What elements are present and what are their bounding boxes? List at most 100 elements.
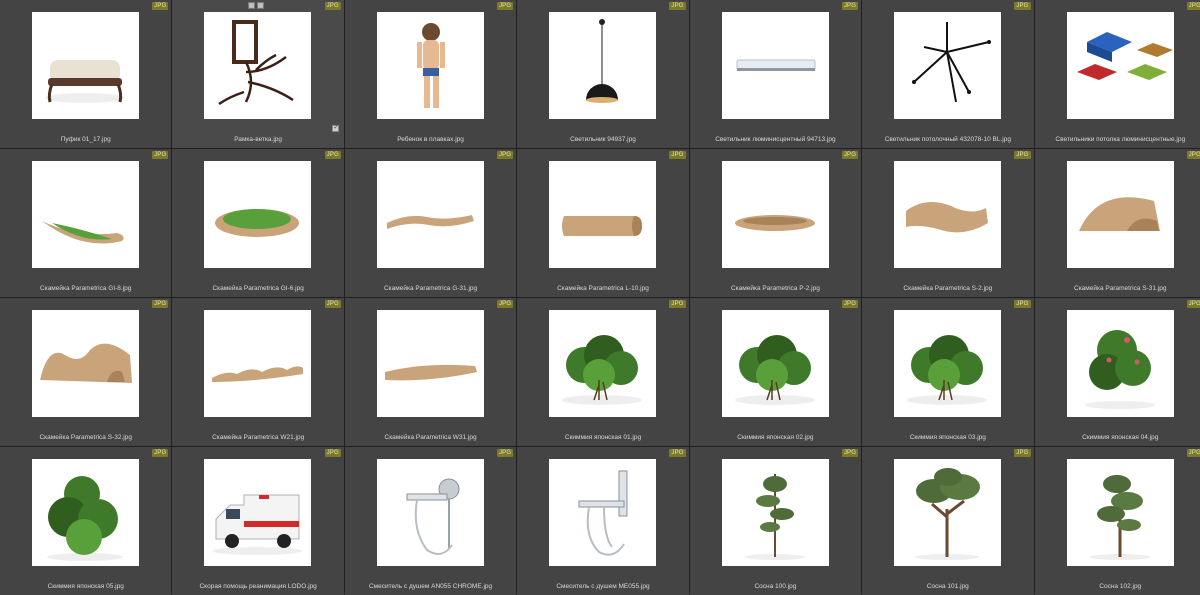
file-name: Скамейка Parametrica S-2.jpg — [903, 285, 993, 292]
file-name: Светильник потолочный 432078-10 BL.jpg — [884, 136, 1011, 143]
file-type-badge: JPG — [152, 2, 169, 10]
shrub-icon — [562, 335, 643, 405]
pendant-lamp-icon — [586, 19, 619, 103]
shower-mixer-2-icon — [578, 470, 628, 556]
bench-shell-icon — [1078, 197, 1160, 231]
shrub-icon — [907, 335, 988, 405]
thumbnail-image[interactable] — [32, 161, 139, 268]
thumbnail-item[interactable]: JPG Сосна 101.jpg — [862, 447, 1034, 595]
thumbnail-item[interactable]: JPG Скиммия японская 02.jpg — [689, 298, 862, 446]
thumbnail-item[interactable]: JPG Светильники потолка люминисцентные.jp… — [1034, 0, 1200, 148]
thumbnail-image[interactable] — [721, 310, 829, 417]
thumbnail-item[interactable]: JPG Скамейка Parametrica L-10.jpg — [517, 149, 689, 297]
file-name: Скамейка Parametrica L-10.jpg — [557, 285, 649, 292]
file-name: Сосна 102.jpg — [1099, 583, 1142, 590]
thumbnail-item[interactable]: JPG Скамейка Parametrica P-2.jpg — [689, 149, 862, 297]
thumbnail-image[interactable] — [894, 459, 1002, 566]
ceiling-panels-icon — [1076, 32, 1173, 80]
thumbnail-image[interactable] — [549, 310, 657, 417]
file-name: Смеситель с душем ME055.jpg — [556, 583, 650, 590]
bench-long-flat-icon — [384, 364, 477, 381]
thumbnail-image[interactable] — [721, 459, 829, 566]
thumbnail-image[interactable] — [549, 12, 657, 119]
thumbnail-item[interactable]: JPG Смеситель с душем AN055 CHROME.jpg — [344, 447, 517, 595]
thumbnail-item[interactable]: JPG Сосна 100.jpg — [689, 447, 862, 595]
thumbnail-image[interactable] — [549, 161, 657, 268]
thumbnail-image[interactable] — [32, 12, 139, 119]
file-name: Скамейка Parametrica P-2.jpg — [730, 285, 820, 292]
file-name: Скамейка Parametrica GI-6.jpg — [212, 285, 304, 292]
thumbnail-item[interactable]: JPG Скамейка Parametrica W31.jpg — [344, 298, 517, 446]
file-type-badge: JPG — [669, 151, 686, 159]
file-type-badge: JPG — [669, 449, 686, 457]
thumbnail-item[interactable]: JPG Скамейка Parametrica W21.jpg — [172, 298, 344, 446]
file-name: Скиммия японская 03.jpg — [909, 434, 986, 441]
ottoman-icon — [45, 60, 125, 103]
thumbnail-item[interactable]: JPG Скиммия японская 05.jpg — [0, 447, 172, 595]
thumbnail-item[interactable]: JPG Светильник потолочный 432078-10 BL.jp… — [862, 0, 1034, 148]
thumbnail-item[interactable]: JPG Скамейка Parametrica GI-8.jpg — [0, 149, 172, 297]
file-type-badge: JPG — [1186, 300, 1200, 308]
thumbnail-image[interactable] — [1066, 459, 1174, 566]
file-name: Скиммия японская 04.jpg — [1082, 434, 1159, 441]
thumbnail-image[interactable] — [376, 459, 484, 566]
thumbnail-image[interactable] — [204, 310, 312, 417]
file-name: Ребенок в плавках.jpg — [397, 136, 464, 143]
thumbnail-item[interactable]: JPG Скамейка Parametrica S-31.jpg — [1034, 149, 1200, 297]
thumbnail-image[interactable] — [204, 161, 312, 268]
thumbnail-image[interactable] — [894, 310, 1002, 417]
file-name: Скиммия японская 01.jpg — [564, 434, 642, 441]
thumbnail-image[interactable] — [204, 12, 312, 119]
rotate-icon[interactable] — [257, 2, 265, 9]
thumbnail-image[interactable] — [721, 12, 829, 119]
thumbnail-image[interactable] — [1066, 310, 1174, 417]
branch-frame-icon — [218, 20, 295, 106]
shrub-tall-icon — [47, 476, 123, 561]
thumbnail-item[interactable]: JPG Сосна 102.jpg — [1034, 447, 1200, 595]
bench-wave-icon — [906, 202, 989, 233]
thumbnail-image[interactable] — [32, 459, 139, 566]
thumbnail-item[interactable]: JPG Смеситель с душем ME055.jpg — [517, 447, 689, 595]
file-type-badge: JPG — [496, 300, 514, 308]
thumbnail-item[interactable]: JPG Светильник люминисцентный 94713.jpg — [689, 0, 862, 148]
thumbnail-item[interactable]: JPG Скамейка Parametrica G-31.jpg — [344, 149, 517, 297]
tube-lamp-icon — [736, 59, 816, 71]
square-icon[interactable] — [248, 2, 256, 9]
thumbnail-item[interactable]: JPG Скамейка Parametrica S-2.jpg — [862, 149, 1034, 297]
thumbnail-image[interactable] — [32, 310, 139, 417]
thumbnail-item[interactable]: JPG Ребенок в плавках.jpg — [344, 0, 517, 148]
thumbnail-image[interactable] — [204, 459, 312, 566]
file-type-badge: JPG — [324, 449, 341, 457]
thumbnail-image[interactable] — [549, 459, 657, 566]
file-name: Скамейка Parametrica W31.jpg — [384, 434, 477, 441]
thumbnail-image[interactable] — [376, 161, 484, 268]
file-type-badge: JPG — [841, 449, 859, 457]
thumbnail-item[interactable]: JPG Скиммия японская 04.jpg — [1034, 298, 1200, 446]
file-type-badge: JPG — [1014, 300, 1031, 308]
shrub-flower-icon — [1084, 330, 1155, 409]
thumbnail-image[interactable] — [1066, 12, 1174, 119]
thumbnail-image[interactable] — [1066, 161, 1174, 268]
thumbnail-image[interactable] — [894, 161, 1002, 268]
thumbnail-image[interactable] — [376, 310, 484, 417]
thumbnail-item[interactable]: JPG Светильник 94937.jpg — [517, 0, 689, 148]
thumbnail-image[interactable] — [376, 12, 484, 119]
item-hover-toolbar — [248, 2, 265, 9]
thumbnail-image[interactable] — [721, 161, 829, 268]
thumbnail-item[interactable]: JPG Пуфик 01_17.jpg — [0, 0, 172, 148]
ambulance-icon — [212, 494, 303, 555]
file-type-badge: JPG — [841, 151, 859, 159]
file-type-badge: JPG — [496, 449, 514, 457]
file-name: Скамейка Parametrica S-32.jpg — [39, 434, 132, 441]
thumbnail-item[interactable]: JPG Скиммия японская 01.jpg — [517, 298, 689, 446]
file-type-badge: JPG — [324, 300, 341, 308]
thumbnail-item[interactable]: JPG Скамейка Parametrica GI-6.jpg — [172, 149, 344, 297]
select-checkbox[interactable]: ✓ — [332, 125, 340, 132]
file-type-badge: JPG — [152, 449, 169, 457]
thumbnail-item[interactable]: JPG Рамка-ветка.jpg ✓ — [172, 0, 344, 148]
file-name: Рамка-ветка.jpg — [234, 136, 283, 143]
thumbnail-item[interactable]: JPG Скамейка Parametrica S-32.jpg — [0, 298, 172, 446]
thumbnail-item[interactable]: JPG Скорая помощь реанимация LODO.jpg — [172, 447, 344, 595]
thumbnail-image[interactable] — [894, 12, 1002, 119]
thumbnail-item[interactable]: JPG Скиммия японская 03.jpg — [862, 298, 1034, 446]
